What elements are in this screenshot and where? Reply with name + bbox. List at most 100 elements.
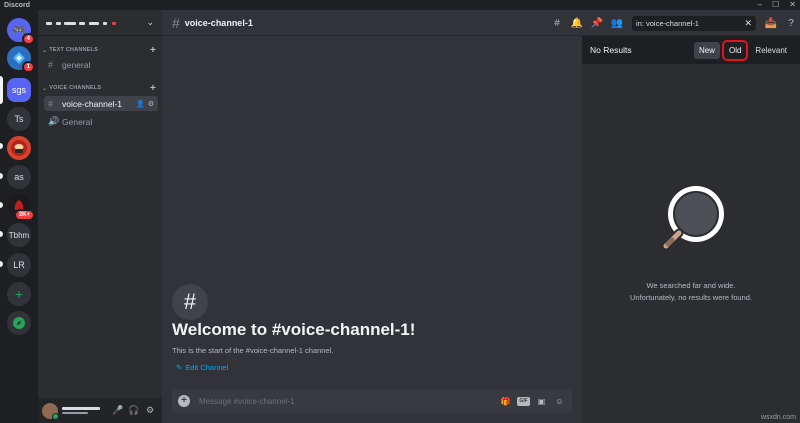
server-icon[interactable]: Ts [7,107,31,131]
create-channel-button[interactable]: + [150,83,156,94]
speaker-icon: 🔊 [48,116,60,126]
server-icon[interactable]: 2K+ [7,194,35,221]
header-toolbar: # 🔔 📌 👥 ✕ 📥 ? [546,10,800,36]
channel-label: general [62,59,91,70]
chat-area [162,10,582,423]
server-icon[interactable] [7,136,31,160]
channel-title: voice-channel-1 [184,17,253,28]
explore-servers-button[interactable] [7,311,31,335]
channel-sidebar: ⌄ ⌄ TEXT CHANNELS + # general ⌄ VOICE CH… [38,10,162,423]
home-button[interactable]: 🎮 4 [7,18,35,45]
avatar[interactable] [42,402,59,420]
channel-item-general-voice[interactable]: 🔊 General [44,114,158,129]
channel-label: voice-channel-1 [62,98,123,109]
gif-button[interactable]: GIF [517,395,530,408]
plus-icon: + [14,286,24,302]
minimize-button[interactable]: – [758,0,762,10]
selected-server-pill [0,76,3,104]
results-header: No Results New Old Relevant [582,36,800,64]
hash-icon: # [48,59,54,70]
welcome-subtitle: This is the start of the #voice-channel-… [172,346,334,355]
search-input[interactable] [636,18,745,28]
chevron-down-icon: ⌄ [42,85,48,92]
chevron-down-icon: ⌄ [146,17,154,27]
server-label: as [14,172,24,182]
unread-pill [0,202,3,208]
server-label: Tbhm [8,230,30,240]
clear-search-icon[interactable]: ✕ [744,18,752,29]
server-icon[interactable]: Tbhm [7,223,31,247]
help-icon[interactable]: ? [782,14,800,32]
add-server-button[interactable]: + [7,282,31,306]
pencil-icon: ✎ [176,363,183,372]
chevron-down-icon: ⌄ [42,47,48,54]
channel-item-general[interactable]: # general [44,57,158,72]
close-window-button[interactable]: ✕ [789,0,796,10]
hash-icon: # [172,14,180,31]
server-label: sgs [11,85,26,95]
server-icon[interactable]: 1 [7,46,35,73]
sort-new-button[interactable]: New [693,41,720,59]
server-label: Ts [14,114,24,124]
threads-icon[interactable]: # [548,14,566,32]
user-panel: 🎤 🎧 ⚙ [38,398,162,423]
invite-icon[interactable]: 👤 [136,100,145,108]
message-input[interactable] [199,396,494,406]
server-label: LR [13,260,25,270]
welcome-title: Welcome to #voice-channel-1! [172,320,416,339]
window-controls: – ☐ ✕ [758,0,796,10]
guild-name-redacted [46,20,146,26]
category-label: TEXT CHANNELS [49,47,98,53]
hash-icon: # [172,284,208,320]
server-icon[interactable]: as [7,165,31,189]
app-title: Discord [4,1,31,9]
inbox-icon[interactable]: 📥 [762,14,780,32]
message-composer: + 🎁 GIF ▣ ☺ [172,389,572,413]
gif-label: GIF [517,396,530,406]
channel-header: # voice-channel-1 # 🔔 📌 👥 ✕ 📥 ? [162,10,800,36]
create-channel-button[interactable]: + [150,45,156,56]
sticker-icon[interactable]: ▣ [535,395,548,408]
sort-relevant-button[interactable]: Relevant [750,42,792,59]
channel-item-voice-channel-1[interactable]: # voice-channel-1 👤 ⚙ [44,96,158,111]
welcome-hero: # [172,284,208,320]
watermark: wsxdn.com [760,414,796,421]
username-redacted[interactable] [62,407,110,414]
server-icon-selected[interactable]: sgs [7,78,31,102]
gear-icon[interactable]: ⚙ [142,403,158,419]
members-icon[interactable]: 👥 [608,14,626,32]
hash-icon: # [48,98,54,109]
server-icon[interactable]: LR [7,253,31,277]
mention-badge: 1 [21,61,35,73]
search-box[interactable]: ✕ [632,15,756,31]
window-titlebar: Discord – ☐ ✕ [0,0,800,10]
category-label: VOICE CHANNELS [49,85,102,91]
microphone-icon[interactable]: 🎤 [110,403,126,419]
magnifier-illustration-icon [656,184,726,261]
headphones-icon[interactable]: 🎧 [126,403,142,419]
guild-header[interactable]: ⌄ [38,10,162,36]
category-voice-channels[interactable]: ⌄ VOICE CHANNELS + [38,82,162,94]
mention-badge: 2K+ [13,209,35,221]
unread-pill [0,231,3,237]
empty-line-1: We searched far and wide. [646,281,736,290]
edit-channel-link[interactable]: ✎ Edit Channel [176,363,228,372]
maximize-button[interactable]: ☐ [772,0,779,10]
emoji-icon[interactable]: ☺ [553,395,566,408]
gear-icon[interactable]: ⚙ [148,100,154,108]
character-avatar-icon [11,140,27,156]
results-count: No Results [590,45,632,55]
sort-old-button[interactable]: Old [721,39,749,61]
compass-icon [13,317,25,329]
unread-pill [0,261,3,267]
empty-state-message: We searched far and wide. Unfortunately,… [582,280,800,304]
unread-pill [0,173,3,179]
pin-icon[interactable]: 📌 [588,14,606,32]
empty-line-2: Unfortunately, no results were found. [629,293,752,302]
unread-pill [0,143,3,149]
bell-icon[interactable]: 🔔 [568,14,586,32]
gift-icon[interactable]: 🎁 [499,395,512,408]
attach-plus-icon[interactable]: + [178,395,190,407]
channel-label: General [62,116,93,127]
category-text-channels[interactable]: ⌄ TEXT CHANNELS + [38,44,162,56]
